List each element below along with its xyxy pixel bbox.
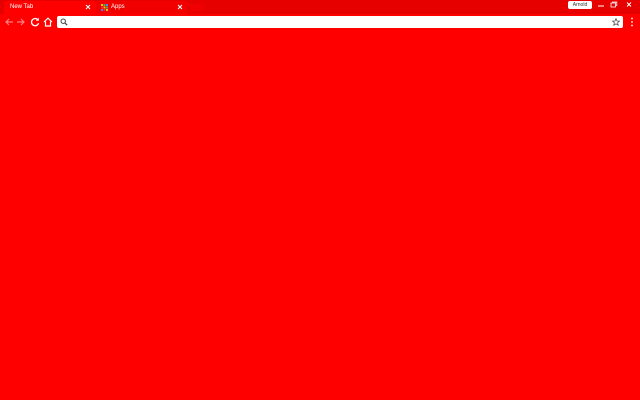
restore-icon[interactable] <box>607 1 619 9</box>
tab-apps[interactable]: Apps <box>96 1 188 14</box>
kebab-menu-icon[interactable] <box>628 17 636 27</box>
tab-strip: New Tab Apps Arnold <box>0 0 640 14</box>
minimize-icon[interactable] <box>595 1 607 9</box>
home-icon[interactable] <box>42 16 54 28</box>
tab-new-tab[interactable]: New Tab <box>4 1 96 14</box>
reload-icon[interactable] <box>29 16 41 28</box>
tab-title: Apps <box>111 4 125 10</box>
address-input[interactable] <box>71 16 601 28</box>
close-icon[interactable] <box>84 3 92 11</box>
omnibox[interactable] <box>57 16 623 28</box>
window-close-icon[interactable] <box>620 1 638 9</box>
toolbar <box>0 14 640 30</box>
apps-grid-icon <box>101 4 108 11</box>
forward-arrow-icon[interactable] <box>15 16 27 28</box>
close-icon[interactable] <box>176 3 184 11</box>
back-arrow-icon[interactable] <box>3 16 15 28</box>
page-content <box>0 30 640 400</box>
star-icon[interactable] <box>612 18 620 26</box>
profile-button[interactable]: Arnold <box>568 1 592 9</box>
tab-title: New Tab <box>10 4 34 10</box>
search-icon <box>60 18 68 26</box>
new-tab-button[interactable] <box>188 4 206 11</box>
